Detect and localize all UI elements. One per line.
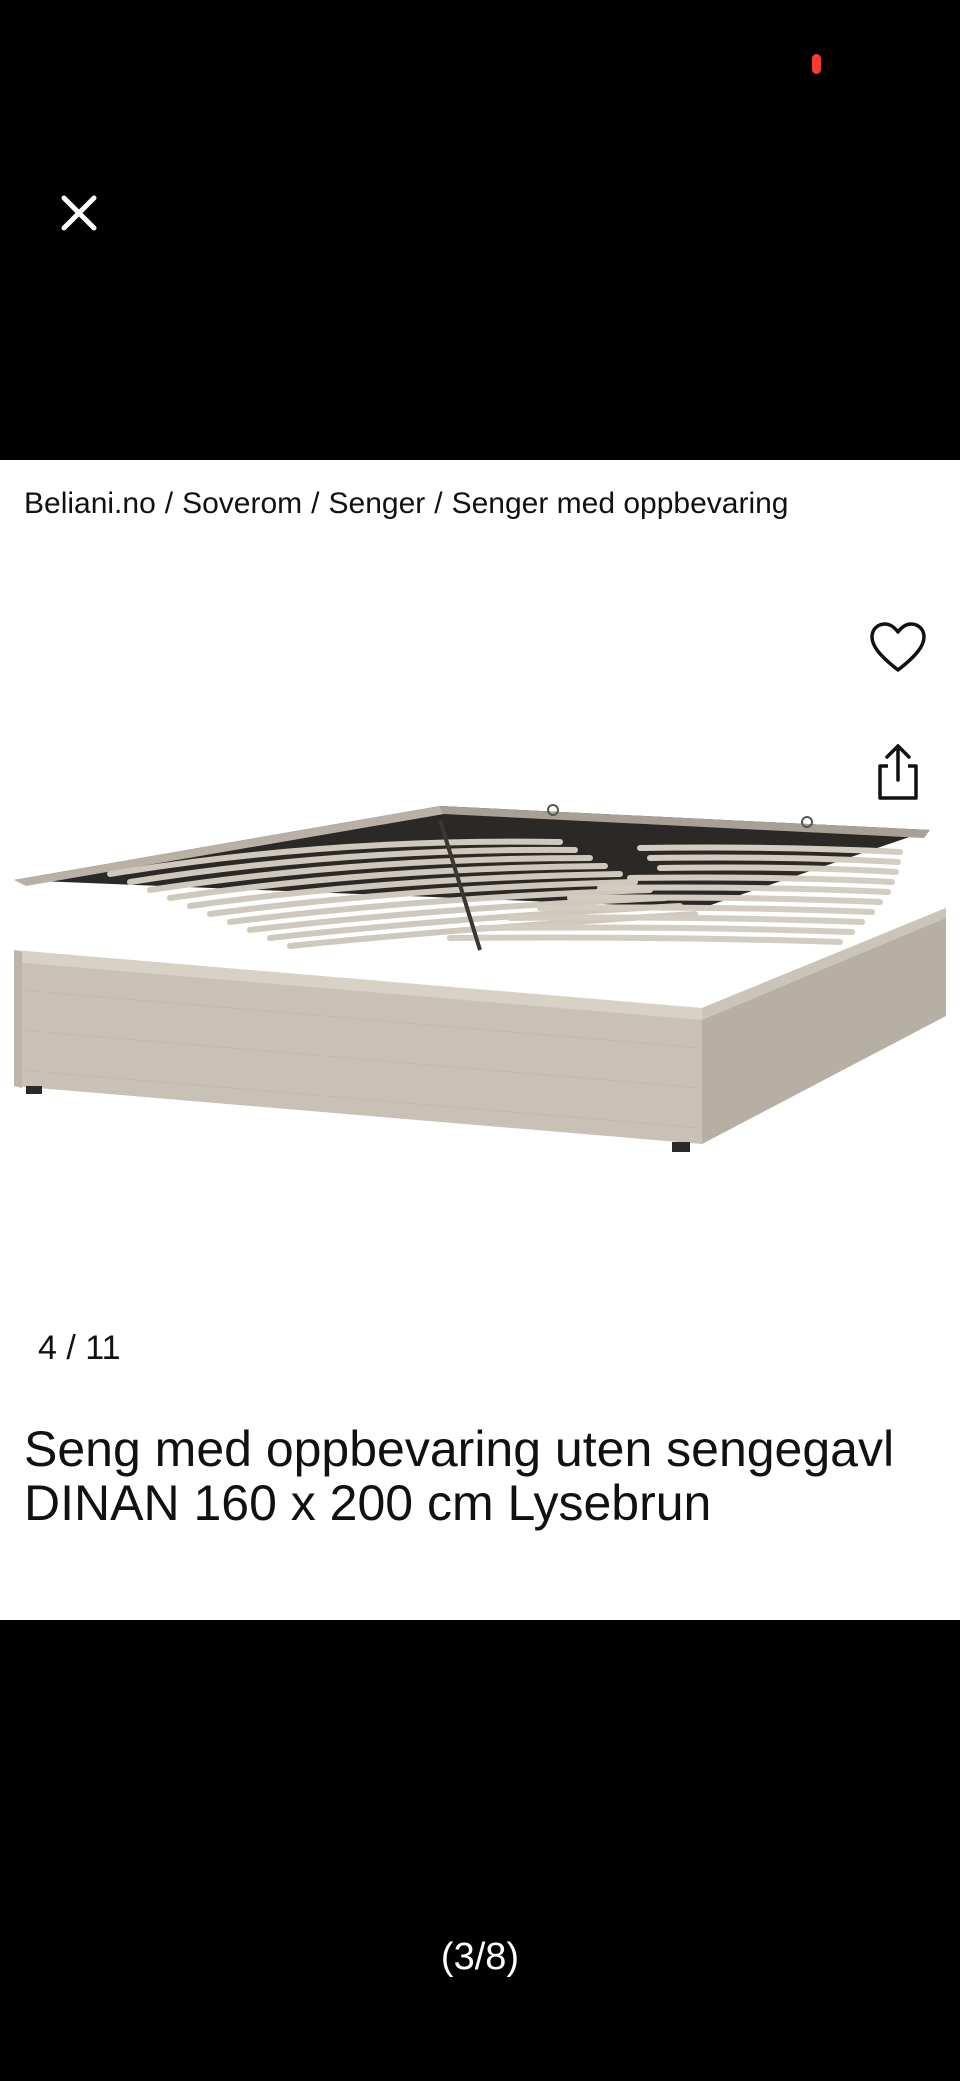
breadcrumb-item-senger-med-oppbevaring[interactable]: Senger med oppbevaring — [452, 487, 789, 520]
close-icon — [61, 195, 97, 231]
breadcrumb-separator: / — [164, 487, 174, 520]
heart-icon — [870, 622, 926, 672]
close-button[interactable] — [52, 186, 106, 240]
breadcrumb-item-senger[interactable]: Senger — [329, 487, 426, 520]
breadcrumb: Beliani.no / Soverom / Senger / Senger med opp… — [24, 484, 789, 524]
breadcrumb-separator: / — [434, 487, 443, 520]
screenshot-card: Beliani.no / Soverom / Senger / Senger med opp… — [0, 460, 960, 1620]
share-icon — [878, 744, 918, 800]
product-title: Seng med oppbevaring uten sengegavl DINA… — [24, 1421, 895, 1531]
viewer-top-bar — [0, 0, 960, 460]
recording-indicator — [812, 54, 821, 74]
page-indicator: (3/8) — [440, 1936, 520, 1978]
breadcrumb-item-soverom[interactable]: Soverom — [182, 487, 302, 520]
image-counter: 4 / 11 — [38, 1329, 121, 1367]
breadcrumb-separator: / — [311, 487, 320, 520]
breadcrumb-item-home[interactable]: Beliani.no — [24, 487, 156, 520]
favorite-button[interactable] — [868, 620, 928, 676]
share-button[interactable] — [870, 742, 926, 804]
